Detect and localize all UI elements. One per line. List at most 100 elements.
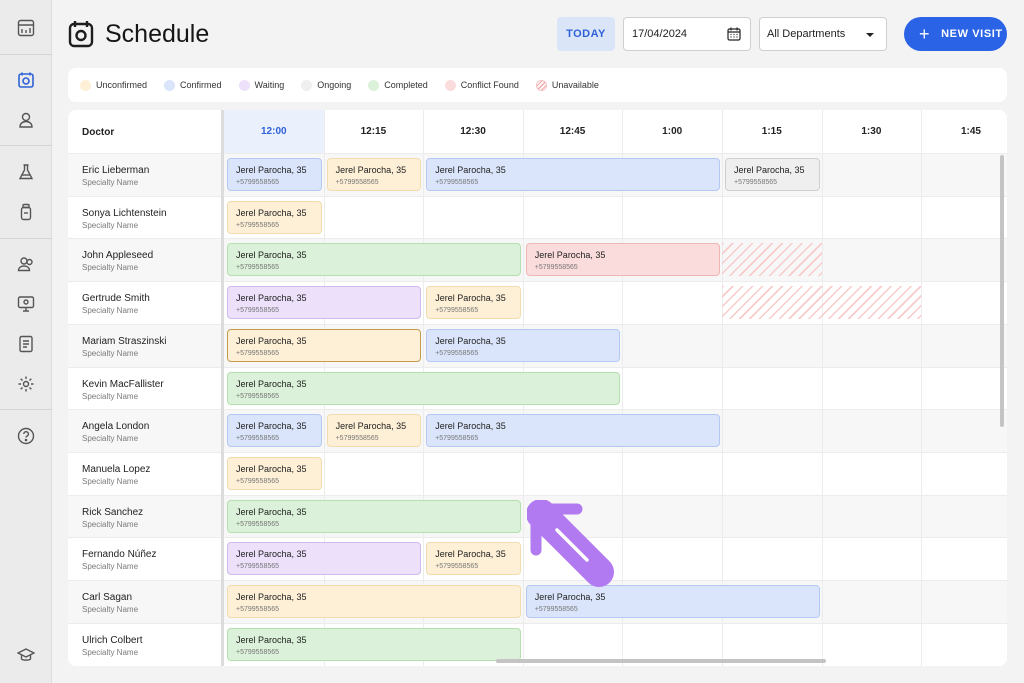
appointment-card[interactable]: Jerel Parocha, 35 +5799558565 [426, 414, 720, 448]
patient-name: Jerel Parocha, 35 [435, 335, 506, 346]
time-column-header: 12:00 [224, 110, 324, 153]
doctor-specialty: Specialty Name [82, 178, 139, 187]
appointment-card[interactable]: Jerel Parocha, 35 +5799558565 [326, 158, 422, 191]
table-row [68, 195, 1007, 239]
doctor-name[interactable]: Fernando Núñez [82, 549, 157, 560]
legend-label: Ongoing [317, 80, 352, 90]
patient-name: Jerel Parocha, 35 [435, 165, 506, 175]
doctor-name[interactable]: Kevin MacFallister [82, 379, 164, 390]
calendar-icon[interactable] [727, 27, 741, 41]
legend-item: Completed [368, 79, 428, 91]
table-row [68, 451, 1007, 495]
appointment-card[interactable]: Jerel Parocha, 35 +5799558565 [227, 585, 521, 618]
time-column-header: 12:30 [460, 126, 486, 137]
medicine-bottle-icon[interactable] [0, 196, 52, 228]
patient-phone: +5799558565 [435, 179, 479, 186]
doctor-name[interactable]: Manuela Lopez [82, 464, 150, 475]
date-input[interactable]: 17/04/2024 [623, 17, 751, 51]
patient-name: Jerel Parocha, 35 [236, 634, 307, 645]
time-column-header: 12:15 [360, 126, 387, 137]
patient-phone: +5799558565 [236, 264, 280, 272]
unavailable-block [722, 243, 822, 277]
page-title: Schedule [105, 20, 210, 48]
appointment-card[interactable]: Jerel Parocha, 35 +5799558565 [227, 286, 422, 320]
patient-phone: +5799558565 [236, 179, 280, 186]
patient-phone: +5799558565 [236, 520, 280, 528]
doctor-name[interactable]: Carl Sagan [82, 592, 132, 603]
vertical-scrollbar[interactable] [1000, 155, 1004, 427]
new-visit-button[interactable]: + NEW VISIT [904, 17, 1007, 51]
appointment-card[interactable]: Jerel Parocha, 35 +5799558565 [227, 456, 322, 490]
plus-icon: + [919, 24, 931, 44]
patients-icon[interactable] [0, 248, 52, 280]
date-value: 17/04/2024 [632, 28, 688, 40]
doctor-name[interactable]: John Appleseed [82, 250, 153, 261]
education-icon[interactable] [0, 639, 52, 671]
doctor-specialty: Specialty Name [82, 263, 139, 273]
today-button[interactable]: TODAY [557, 17, 615, 51]
doctor-name[interactable]: Sonya Lichtenstein [82, 208, 167, 219]
patient-name: Jerel Parocha, 35 [236, 293, 307, 304]
doctor-name[interactable]: Rick Sanchez [82, 507, 143, 518]
time-column-header: 1:00 [662, 126, 683, 137]
appointment-card[interactable]: Jerel Parocha, 35 +5799558565 [227, 499, 521, 533]
legend-label: Completed [384, 80, 428, 90]
appointment-card[interactable]: Jerel Parocha, 35 +5799558565 [426, 542, 521, 576]
appointment-card[interactable]: Jerel Parocha, 35 +5799558565 [227, 371, 621, 405]
doctor-name[interactable]: Angela London [82, 421, 149, 432]
appointment-card[interactable]: Jerel Parocha, 35 +5799558565 [426, 328, 621, 362]
department-select[interactable]: All Departments [759, 17, 887, 51]
legend-swatch [80, 79, 91, 91]
settings-icon[interactable] [0, 368, 52, 400]
patient-name: Jerel Parocha, 35 [335, 421, 407, 432]
patient-name: Jerel Parocha, 35 [236, 335, 307, 346]
legend-swatch [368, 79, 380, 91]
row-divider [68, 195, 1007, 197]
doctor-specialty: Specialty Name [82, 519, 139, 529]
row-divider [68, 451, 1007, 453]
appointment-card[interactable]: Jerel Parocha, 35 +5799558565 [227, 627, 521, 661]
patient-name: Jerel Parocha, 35 [236, 421, 307, 432]
appointment-card[interactable]: Jerel Parocha, 35 +5799558565 [426, 158, 720, 191]
appointment-card[interactable]: Jerel Parocha, 35 +5799558565 [227, 200, 322, 234]
patient-name: Jerel Parocha, 35 [236, 207, 307, 218]
appointment-card[interactable]: Jerel Parocha, 35 +5799558565 [725, 158, 820, 191]
appointment-card[interactable]: Jerel Parocha, 35 +5799558565 [227, 414, 322, 448]
reports-icon[interactable] [0, 328, 52, 360]
patient-phone: +5799558565 [236, 477, 280, 485]
monitor-icon[interactable] [0, 288, 52, 320]
patient-phone: +5799558565 [236, 392, 280, 400]
user-icon[interactable] [0, 104, 52, 136]
pointer-arrow-icon [527, 500, 614, 587]
doctor-name[interactable]: Mariam Straszinski [82, 336, 166, 347]
appointment-card[interactable]: Jerel Parocha, 35 +5799558565 [426, 286, 521, 320]
legend-label: Unavailable [551, 80, 599, 90]
doctor-specialty: Specialty Name [82, 348, 139, 358]
help-icon[interactable] [0, 420, 52, 452]
time-column-header: 1:15 [761, 126, 782, 137]
lab-flask-icon[interactable] [0, 156, 52, 188]
appointment-card[interactable]: Jerel Parocha, 35 +5799558565 [227, 158, 322, 191]
appointment-card[interactable]: Jerel Parocha, 35 +5799558565 [227, 243, 521, 277]
legend-swatch [301, 79, 313, 91]
legend-item: Ongoing [301, 79, 352, 91]
status-legend: Unconfirmed Confirmed Waiting Ongoing Comple… [68, 68, 1007, 102]
doctor-name[interactable]: Gertrude Smith [82, 293, 150, 304]
doctor-name[interactable]: Eric Lieberman [82, 165, 149, 176]
horizontal-scrollbar[interactable] [496, 659, 826, 663]
appointment-card[interactable]: Jerel Parocha, 35 +5799558565 [326, 414, 422, 448]
schedule-icon[interactable] [0, 64, 52, 96]
appointment-card[interactable]: Jerel Parocha, 35 +5799558565 [227, 542, 422, 576]
appointment-card[interactable]: Jerel Parocha, 35 +5799558565 [525, 243, 720, 277]
row-divider [68, 281, 1007, 283]
doctor-specialty: Specialty Name [82, 562, 139, 572]
patient-phone: +5799558565 [236, 221, 280, 229]
legend-label: Waiting [254, 80, 285, 90]
appointment-card[interactable]: Jerel Parocha, 35 +5799558565 [227, 328, 422, 362]
patient-name: Jerel Parocha, 35 [236, 592, 307, 602]
dashboard-icon[interactable] [0, 12, 52, 44]
legend-item: Unavailable [535, 79, 599, 91]
legend-swatch [444, 79, 456, 91]
time-column-header: 12:45 [559, 126, 586, 137]
doctor-name[interactable]: Ulrich Colbert [82, 635, 143, 646]
